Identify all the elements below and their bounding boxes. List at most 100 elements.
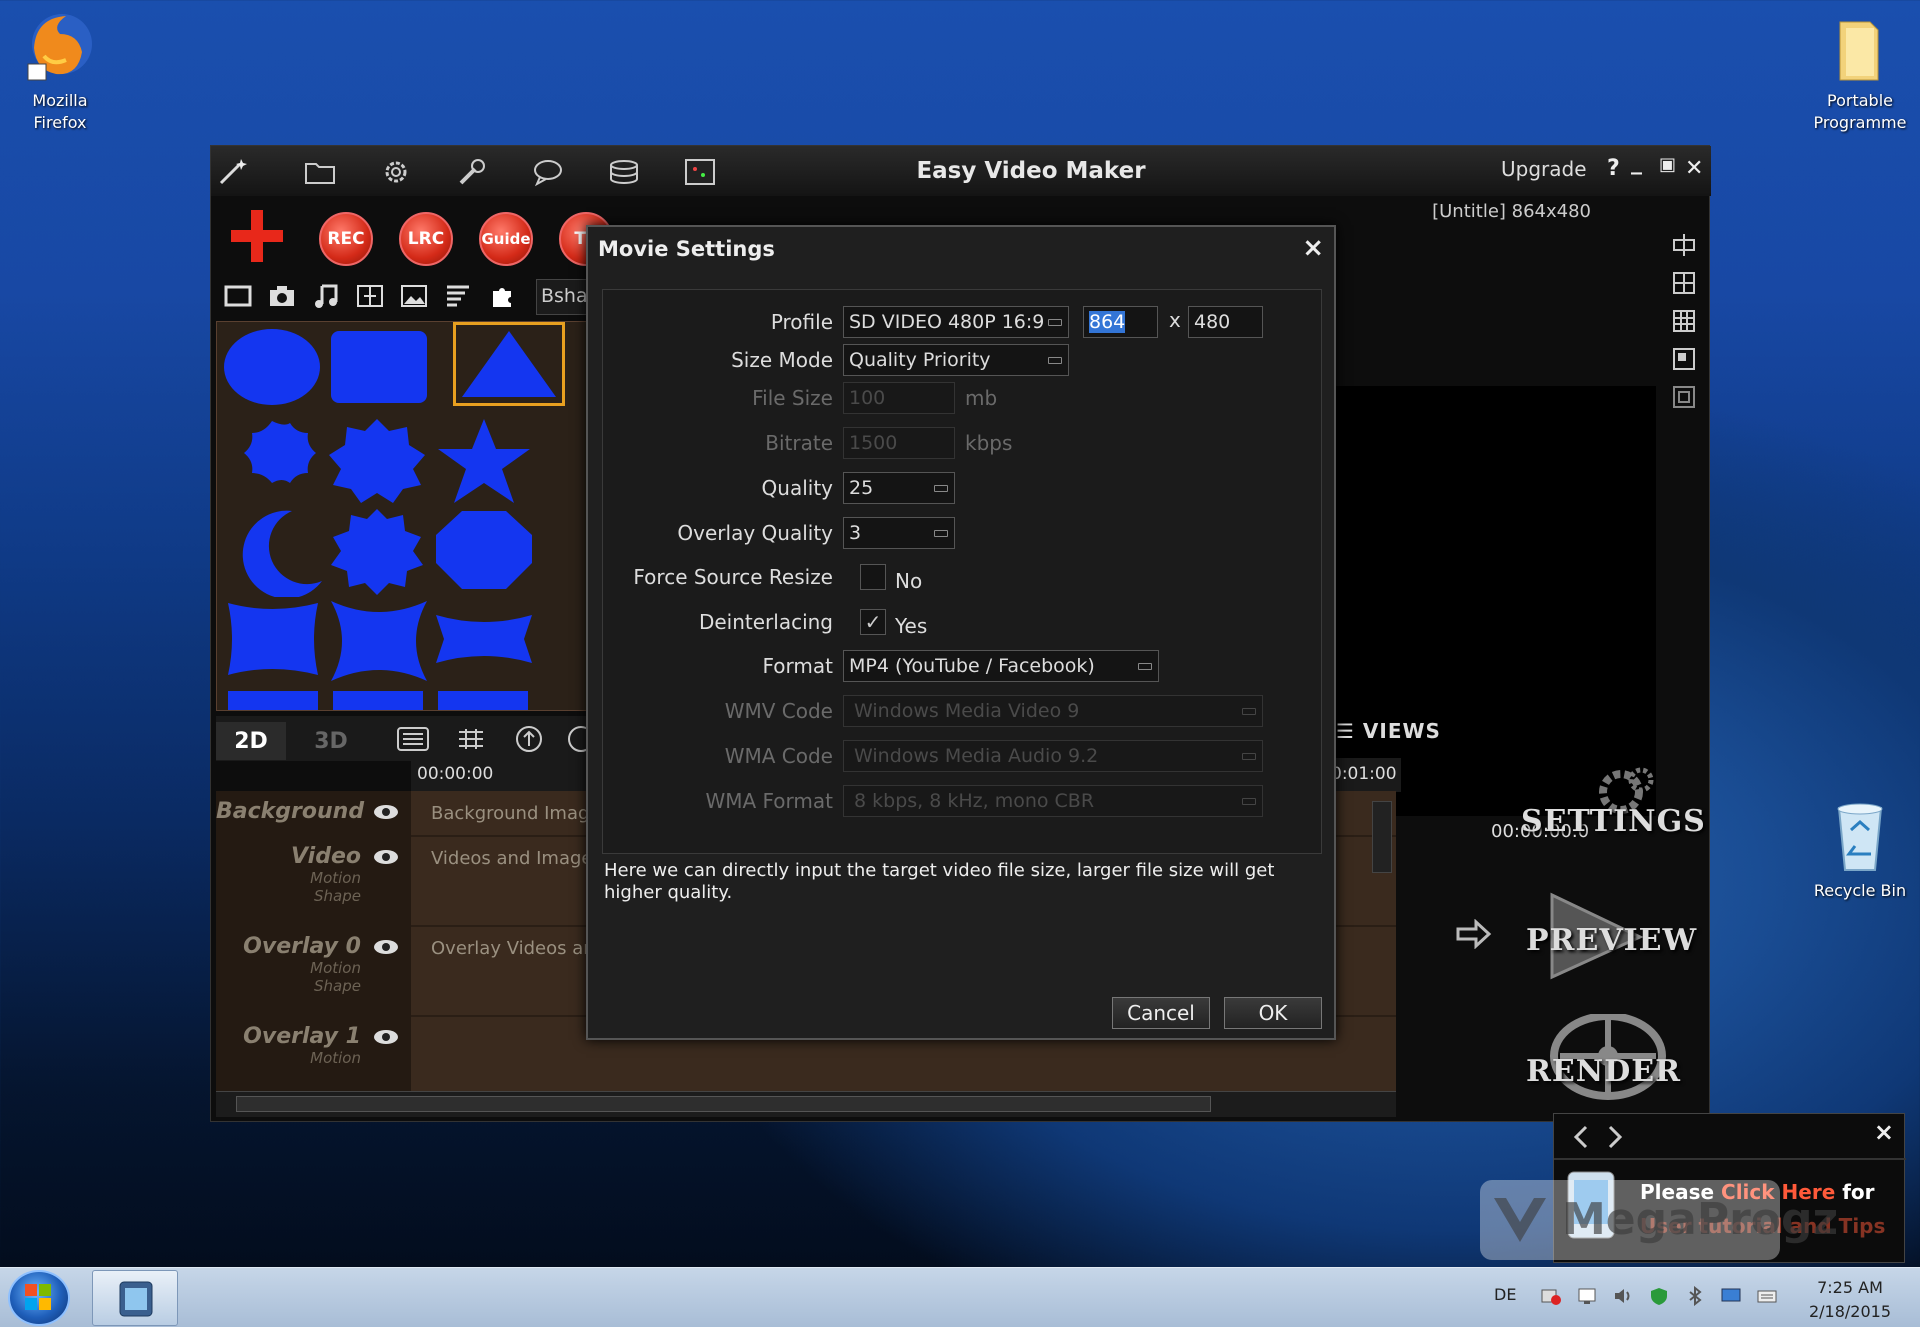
wma-format-select[interactable]: 8 kbps, 8 kHz, mono CBR — [843, 785, 1263, 817]
format-select[interactable]: MP4 (YouTube / Facebook) — [843, 650, 1159, 682]
database-icon[interactable] — [607, 157, 641, 187]
upgrade-link[interactable]: Upgrade — [1501, 157, 1587, 181]
shape-flower[interactable] — [222, 417, 332, 507]
track-background[interactable]: Background — [216, 799, 411, 824]
track-overlay-0[interactable]: Overlay 0 Motion Shape — [216, 934, 411, 995]
eye-icon[interactable] — [373, 848, 399, 866]
desktop-icon-recycle-bin[interactable]: Recycle Bin — [1800, 800, 1920, 902]
minimize-button[interactable]: _ — [1631, 150, 1642, 175]
display-icon[interactable] — [683, 157, 717, 187]
maximize-button[interactable]: ▣ — [1659, 154, 1676, 175]
shield-icon[interactable] — [1648, 1286, 1670, 1306]
desktop-icon-firefox[interactable]: Mozilla Firefox — [0, 8, 120, 134]
shape-star[interactable] — [432, 417, 542, 507]
selected-shape[interactable] — [453, 322, 565, 406]
shape-banner[interactable] — [432, 597, 542, 687]
help-button[interactable]: ? — [1607, 156, 1620, 181]
eye-icon[interactable] — [373, 938, 399, 956]
transition-icon[interactable] — [355, 281, 385, 311]
chat-icon[interactable] — [531, 157, 565, 187]
layout-icon-5[interactable] — [1671, 384, 1697, 410]
layout-icon-3[interactable] — [1671, 308, 1697, 334]
vertical-scrollbar[interactable] — [1372, 801, 1392, 873]
track-motion[interactable]: Motion — [216, 959, 361, 977]
desktop-icon-portable[interactable]: Portable Programme — [1800, 8, 1920, 134]
quality-select[interactable]: 25 — [843, 472, 955, 504]
width-input[interactable]: 864 — [1083, 306, 1158, 338]
shape-partial[interactable] — [327, 687, 437, 711]
scrollbar-thumb[interactable] — [236, 1096, 1211, 1112]
text-effect-icon[interactable] — [443, 281, 473, 311]
shape-partial[interactable] — [432, 687, 542, 711]
wma-code-select[interactable]: Windows Media Audio 9.2 — [843, 740, 1263, 772]
ok-button[interactable]: OK — [1224, 997, 1322, 1029]
action-center-icon[interactable] — [1576, 1286, 1598, 1306]
track-shape[interactable]: Shape — [216, 977, 361, 995]
eye-icon[interactable] — [373, 803, 399, 821]
render-button[interactable]: RENDER — [1526, 1014, 1696, 1114]
start-button[interactable] — [8, 1270, 70, 1326]
chevron-right-icon[interactable] — [1602, 1124, 1626, 1150]
track-shape[interactable]: Shape — [216, 887, 361, 905]
deinterlacing-checkbox[interactable]: ✓ — [860, 609, 886, 635]
upload-icon[interactable] — [514, 724, 544, 754]
layout-icon-2[interactable] — [1671, 270, 1697, 296]
profile-select[interactable]: SD VIDEO 480P 16:9 — [843, 306, 1069, 338]
track-overlay-1[interactable]: Overlay 1 Motion — [216, 1024, 411, 1067]
shape-star-rect[interactable] — [327, 597, 437, 687]
volume-icon[interactable] — [1612, 1286, 1634, 1306]
folder-open-icon[interactable] — [303, 157, 337, 187]
monitor-icon[interactable] — [1720, 1286, 1742, 1306]
wrench-icon[interactable] — [455, 157, 489, 187]
dialog-close-icon[interactable]: × — [1302, 233, 1324, 263]
layout-icon-4[interactable] — [1671, 346, 1697, 372]
size-mode-select[interactable]: Quality Priority — [843, 344, 1069, 376]
grid-icon[interactable] — [456, 726, 486, 752]
list-icon[interactable] — [396, 726, 430, 752]
preview-button[interactable]: PREVIEW — [1526, 891, 1696, 1001]
tips-close-icon[interactable]: × — [1874, 1118, 1894, 1146]
language-indicator[interactable]: DE — [1494, 1285, 1516, 1304]
shape-wave-rect[interactable] — [222, 597, 332, 687]
tab-2d[interactable]: 2D — [216, 722, 286, 760]
network-error-icon[interactable] — [1540, 1286, 1562, 1306]
system-clock[interactable]: 7:25 AM 2/18/2015 — [1800, 1276, 1900, 1324]
gear-icon[interactable] — [379, 157, 413, 187]
shape-ellipse[interactable] — [222, 327, 332, 417]
video-frame-icon[interactable] — [223, 281, 253, 311]
shape-seal[interactable] — [327, 507, 437, 597]
rec-button[interactable]: REC — [319, 212, 373, 266]
views-label[interactable]: ☰ VIEWS — [1336, 719, 1441, 743]
settings-button[interactable]: SETTINGS — [1521, 766, 1705, 856]
height-input[interactable]: 480 — [1188, 306, 1263, 338]
magic-wand-icon[interactable] — [217, 157, 251, 187]
eye-icon[interactable] — [373, 1028, 399, 1046]
taskbar-app-easy-video-maker[interactable] — [92, 1270, 178, 1326]
puzzle-icon[interactable] — [487, 281, 517, 311]
wmv-code-select[interactable]: Windows Media Video 9 — [843, 695, 1263, 727]
track-motion[interactable]: Motion — [216, 1049, 361, 1067]
track-video[interactable]: Video Motion Shape — [216, 844, 411, 905]
add-button[interactable] — [227, 206, 287, 266]
overlay-quality-select[interactable]: 3 — [843, 517, 955, 549]
layout-icon-1[interactable] — [1671, 232, 1697, 258]
shape-octagon[interactable] — [432, 507, 542, 597]
guide-button[interactable]: Guide — [479, 212, 533, 266]
image-icon[interactable] — [399, 281, 429, 311]
chevron-left-icon[interactable] — [1570, 1124, 1594, 1150]
lrc-button[interactable]: LRC — [399, 212, 453, 266]
cancel-button[interactable]: Cancel — [1112, 997, 1210, 1029]
force-resize-checkbox[interactable] — [860, 564, 886, 590]
bitrate-input[interactable]: 1500 — [843, 427, 955, 459]
tab-3d[interactable]: 3D — [296, 722, 366, 760]
keyboard-icon[interactable] — [1756, 1286, 1778, 1306]
horizontal-scrollbar[interactable] — [216, 1091, 1396, 1117]
camera-icon[interactable] — [267, 281, 297, 311]
close-button[interactable]: ✕ — [1685, 156, 1703, 181]
shape-moon[interactable] — [222, 507, 332, 597]
shape-badge[interactable] — [327, 417, 437, 507]
bluetooth-icon[interactable] — [1684, 1286, 1706, 1306]
shape-rounded-rect[interactable] — [327, 327, 437, 417]
music-icon[interactable] — [311, 281, 341, 311]
file-size-input[interactable]: 100 — [843, 382, 955, 414]
